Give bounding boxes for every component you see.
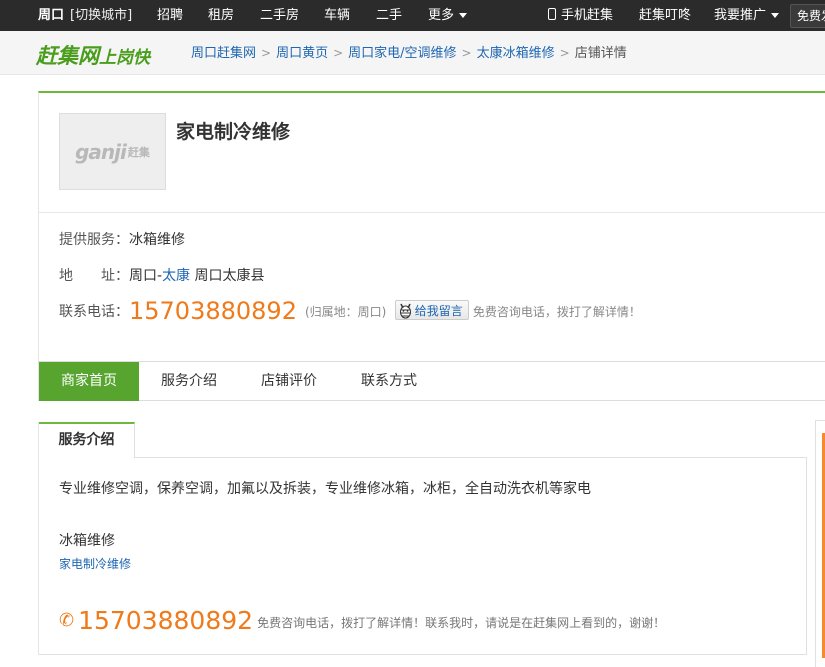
nav-cheliang[interactable]: 车辆 (324, 0, 350, 31)
service-label: 提供服务： (59, 232, 129, 248)
promote-menu[interactable]: 我要推广 (714, 0, 780, 31)
phone-attribution: (归属地：周口) (304, 305, 387, 319)
leave-message-button[interactable]: 给我留言 (394, 300, 469, 320)
switch-city-link[interactable]: [切换城市] (70, 0, 132, 31)
breadcrumb-separator-icon: > (333, 46, 344, 60)
address-city: 周口- (129, 268, 163, 284)
service-section: 服务介绍 专业维修空调，保养空调，加氟以及拆装，专业维修冰箱，冰柜，全自动洗衣机… (38, 422, 807, 655)
service-row: 提供服务：冰箱维修 (59, 229, 185, 249)
site-logo[interactable]: 赶集网上岗快 (36, 40, 150, 68)
chevron-down-icon (771, 13, 780, 18)
breadcrumb-separator-icon: > (261, 46, 272, 60)
bottom-phone-tip: 免费咨询电话，拨打了解详情！联系我时，请说是在赶集网上看到的，谢谢！ (257, 616, 666, 630)
nav-ershoufang[interactable]: 二手房 (260, 0, 299, 31)
section-body: 专业维修空调，保养空调，加氟以及拆装，专业维修冰箱，冰柜，全自动洗衣机等家电 冰… (39, 457, 807, 655)
breadcrumb-link[interactable]: 周口赶集网 (191, 46, 256, 61)
breadcrumb: 周口赶集网 > 周口黄页 > 周口家电/空调维修 > 太康冰箱维修 > 店铺详情 (191, 42, 627, 61)
address-district-link[interactable]: 太康 (162, 268, 190, 284)
current-city: 周口 (38, 8, 65, 23)
tab-reviews[interactable]: 店铺评价 (261, 362, 317, 401)
logo-sub-text: 上岗快 (99, 48, 150, 68)
nav-more[interactable]: 更多 (428, 0, 468, 31)
shop-tabs: 商家首页 服务介绍 店铺评价 联系方式 (38, 361, 825, 401)
address-rest: 周口太康县 (190, 268, 265, 284)
site-header: 赶集网上岗快 周口赶集网 > 周口黄页 > 周口家电/空调维修 > 太康冰箱维修 > 店铺详情 (0, 31, 825, 75)
phone-row: 联系电话：15703880892 (归属地：周口) 给我留言 免费咨询电话，拨打了解… (59, 297, 641, 325)
shop-header: ganji 赶集 家电制冷维修 (39, 93, 825, 213)
address-label: 地 址： (59, 268, 129, 284)
breadcrumb-separator-icon: > (461, 46, 472, 60)
section-title-tab: 服务介绍 (39, 422, 135, 458)
phone-handset-icon: ✆ (59, 610, 75, 631)
shop-logo: ganji 赶集 (59, 113, 166, 190)
service-value: 冰箱维修 (129, 232, 185, 248)
free-consult-tip: 免费咨询电话，拨打了解详情！ (472, 305, 641, 319)
nav-zhaopin[interactable]: 招聘 (157, 0, 183, 31)
phone-label: 联系电话： (59, 304, 129, 320)
shop-name: 家电制冷维修 (176, 121, 291, 143)
mobile-ganji-link[interactable]: 手机赶集 (548, 0, 613, 31)
breadcrumb-separator-icon: > (559, 46, 570, 60)
right-sidebar-panel (815, 420, 825, 667)
shop-card: ganji 赶集 家电制冷维修 提供服务：冰箱维修 地 址：周口-太康 周口太康县… (38, 91, 825, 363)
logo-main-text: 赶集网 (36, 44, 99, 68)
breadcrumb-link[interactable]: 周口家电/空调维修 (348, 46, 456, 61)
promote-label: 我要推广 (714, 8, 767, 23)
tab-contact[interactable]: 联系方式 (361, 362, 417, 401)
chevron-down-icon (459, 13, 468, 18)
shop-logo-text: ganji (75, 139, 127, 164)
free-post-button[interactable]: 免费发 (790, 4, 825, 28)
nav-zufang[interactable]: 租房 (208, 0, 234, 31)
ganji-dingdong-link[interactable]: 赶集叮咚 (639, 0, 691, 31)
tab-home[interactable]: 商家首页 (39, 362, 139, 401)
address-row: 地 址：周口-太康 周口太康县 (59, 265, 265, 285)
shop-logo-sub: 赶集 (127, 145, 150, 159)
top-bar: 周口 [切换城市] 招聘 租房 二手房 车辆 二手 更多 手机赶集 赶集叮咚 我… (0, 0, 825, 31)
breadcrumb-current: 店铺详情 (574, 46, 627, 61)
service-name: 冰箱维修 (59, 533, 115, 549)
zebra-mascot-icon (399, 303, 411, 319)
bottom-phone-number[interactable]: 15703880892 (78, 606, 253, 635)
breadcrumb-link[interactable]: 太康冰箱维修 (477, 46, 555, 61)
nav-ershou[interactable]: 二手 (376, 0, 402, 31)
mobile-ganji-label: 手机赶集 (561, 8, 614, 23)
tab-service[interactable]: 服务介绍 (161, 362, 217, 401)
shop-name-link[interactable]: 家电制冷维修 (59, 555, 131, 572)
leave-message-label: 给我留言 (414, 304, 463, 318)
phone-number[interactable]: 15703880892 (129, 297, 297, 325)
service-description: 专业维修空调，保养空调，加氟以及拆装，专业维修冰箱，冰柜，全自动洗衣机等家电 (59, 481, 591, 497)
mobile-phone-icon (548, 8, 556, 20)
breadcrumb-link[interactable]: 周口黄页 (276, 46, 328, 61)
nav-more-label: 更多 (428, 8, 455, 23)
bottom-phone-row: ✆ 15703880892 免费咨询电话，拨打了解详情！联系我时，请说是在赶集网上看… (59, 606, 665, 635)
